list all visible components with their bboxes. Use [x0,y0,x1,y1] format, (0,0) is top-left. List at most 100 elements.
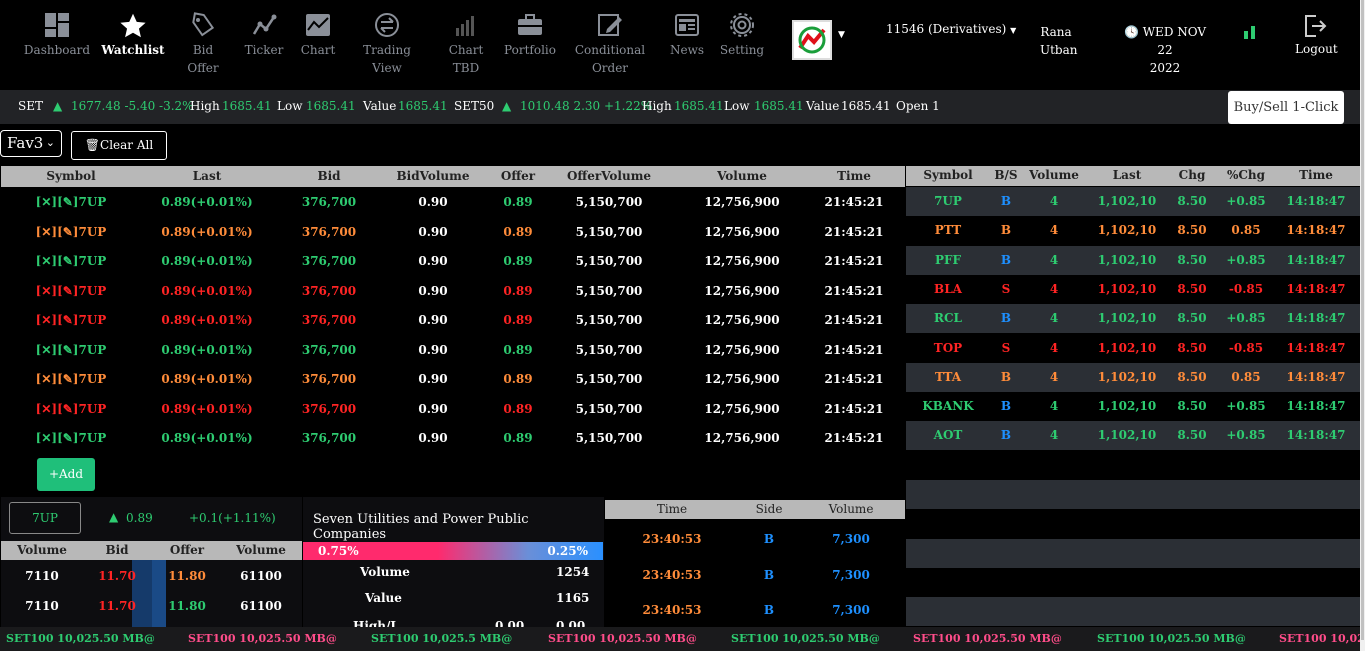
watchlist-symbol[interactable]: [✕][✎]7UP [36,402,107,416]
recent-trades-panel: Time Side Volume 23:40:53 B 7,300 23:40:53 B… [605,497,905,627]
watchlist-row[interactable]: [✕][✎]7UP 0.89(+0.01%) 376,700 0.90 0.89 5,15… [1,424,905,453]
trade-volume: 7,300 [832,532,870,546]
watchlist-col-symbol[interactable]: Symbol [46,169,95,183]
trade-row: 23:40:53 B 7,300 [605,560,905,590]
trade-ticker-table: Symbol B/S Volume Last Chg %Chg Time 7UP B 4 1,10… [906,166,1360,627]
watchlist-time: 21:45:21 [824,313,884,327]
marquee-item: SET100 10,025.5 MB@ [371,632,513,645]
trade-row: 23:40:53 B 7,300 [605,524,905,554]
depth-header-volume: Volume [17,543,67,557]
watchlist-offer-volume: 5,150,700 [575,401,643,416]
watchlist-col-last[interactable]: Last [193,169,222,183]
favorite-list-select[interactable]: Fav3 ⌄ [0,130,62,157]
trades-header: Time Side Volume [605,500,905,519]
watchlist-col-bidvolume[interactable]: BidVolume [397,169,470,183]
buy-sell-one-click-button[interactable]: Buy/Sell 1-Click [1228,91,1344,124]
watchlist-symbol[interactable]: [✕][✎]7UP [36,313,107,327]
trade-ticker-row [906,597,1360,627]
trade-ticker-volume: 4 [1049,252,1059,267]
trade-ticker-change: 8.50 [1177,223,1207,238]
account-selector[interactable]: 11546 (Derivatives) ▼ [886,22,1016,36]
watchlist-offer: 0.89 [503,401,533,416]
depth-offer-volume: 61100 [240,569,282,583]
exchange-icon [342,12,432,40]
watchlist-time: 21:45:21 [824,195,884,209]
watchlist-volume: 12,756,900 [704,401,780,416]
trades-header-side: Side [755,502,783,516]
trade-ticker-time: 14:18:47 [1286,311,1346,326]
watchlist-symbol[interactable]: [✕][✎]7UP [36,343,107,357]
trade-side: B [763,567,775,582]
watchlist-bid-volume: 0.90 [418,195,448,209]
watchlist-col-offervolume[interactable]: OfferVolume [567,169,651,183]
watchlist-symbol[interactable]: [✕][✎]7UP [36,372,107,386]
broker-logo[interactable] [792,20,832,60]
watchlist-col-offer[interactable]: Offer [501,169,535,183]
trade-ticker-percent-change: +0.85 [1226,399,1266,414]
watchlist-row[interactable]: [✕][✎]7UP 0.89(+0.01%) 376,700 0.90 0.89 5,15… [1,247,905,276]
watchlist-col-bid[interactable]: Bid [317,169,340,183]
trade-ticker-change: 8.50 [1177,311,1207,326]
trade-ticker-time: 14:18:47 [1286,223,1346,238]
high-label-2: High [642,99,672,113]
watchlist-symbol[interactable]: [✕][✎]7UP [36,284,107,298]
watchlist-row[interactable]: [✕][✎]7UP 0.89(+0.01%) 376,700 0.90 0.89 5,15… [1,188,905,217]
trade-ticker-row: RCL B 4 1,102,10 8.50 +0.85 14:18:47 [906,304,1360,334]
watchlist-symbol[interactable]: [✕][✎]7UP [36,195,107,209]
set50-label: SET50 [454,99,495,113]
watchlist-symbol[interactable]: [✕][✎]7UP [36,225,107,239]
nav-label: Order [591,61,629,75]
trade-ticker-row [906,450,1360,480]
nav-item-trading-view[interactable]: Trading View [342,12,432,77]
clock-icon: 🕓 [1123,25,1139,39]
depth-offer-price: 11.80 [168,569,206,583]
trade-ticker-volume: 4 [1049,369,1059,384]
trade-ticker-volume: 4 [1049,399,1059,414]
trade-ticker-side: B [1000,399,1012,414]
nav-item-portfolio[interactable]: Portfolio [485,12,575,59]
watchlist-symbol[interactable]: [✕][✎]7UP [36,254,107,268]
trade-side: B [763,603,775,617]
chevron-down-icon[interactable]: ▼ [838,30,845,40]
watchlist-row[interactable]: [✕][✎]7UP 0.89(+0.01%) 376,700 0.90 0.89 5,15… [1,336,905,365]
watchlist-row[interactable]: [✕][✎]7UP 0.89(+0.01%) 376,700 0.90 0.89 5,15… [1,218,905,247]
watchlist-header: Symbol Last Bid BidVolume Offer OfferVolume Vo… [1,166,905,187]
nav-label: Trading [363,43,411,57]
clear-all-button[interactable]: 🗑Clear All [71,131,167,160]
scrollbar-thumb[interactable] [1361,0,1364,640]
watchlist-offer-volume: 5,150,700 [575,431,643,445]
nav-label: View [372,61,402,75]
gear-icon [697,12,787,40]
trade-ticker-row [906,567,1360,597]
watchlist-bid: 376,700 [301,313,357,327]
watchlist-row[interactable]: [✕][✎]7UP 0.89(+0.01%) 376,700 0.90 0.89 5,15… [1,306,905,335]
trades-header-time: Time [656,502,688,516]
nav-label: Offer [187,61,219,75]
logout-button[interactable]: Logout [1295,13,1338,56]
trade-time: 23:40:53 [642,567,702,582]
watchlist-row[interactable]: [✕][✎]7UP 0.89(+0.01%) 376,700 0.90 0.89 5,15… [1,277,905,306]
watchlist-bid: 376,700 [301,224,357,239]
watchlist-row[interactable]: [✕][✎]7UP 0.89(+0.01%) 376,700 0.90 0.89 5,15… [1,395,905,424]
watchlist-row[interactable]: [✕][✎]7UP 0.89(+0.01%) 376,700 0.90 0.89 5,15… [1,365,905,394]
nav-item-setting[interactable]: Setting [697,12,787,59]
depth-header-bid: Bid [105,543,129,557]
user-name: Rana Utban [1040,23,1078,59]
add-symbol-button[interactable]: +Add [37,458,95,491]
depth-symbol-input[interactable]: 7UP [9,502,81,534]
watchlist-table: Symbol Last Bid BidVolume Offer OfferVolume Vo… [1,166,905,496]
trade-ticker-percent-change: +0.85 [1226,311,1266,326]
watchlist-symbol[interactable]: [✕][✎]7UP [36,431,107,445]
watchlist-offer: 0.89 [503,254,533,268]
watchlist-col-volume[interactable]: Volume [717,169,767,183]
depth-last-price: 0.89 [126,511,153,525]
briefcase-icon [485,12,575,40]
trade-ticker-change: 8.50 [1177,340,1207,355]
watchlist-col-time[interactable]: Time [837,169,871,183]
trade-ticker-col-last: Last [1112,168,1142,182]
value-value-2: 1685.41 [841,99,891,113]
trade-ticker-volume: 4 [1049,340,1059,355]
depth-bid-volume: 7110 [25,569,59,583]
trade-ticker-last: 1,102,10 [1097,369,1157,384]
trade-ticker-symbol: KBANK [922,399,974,414]
